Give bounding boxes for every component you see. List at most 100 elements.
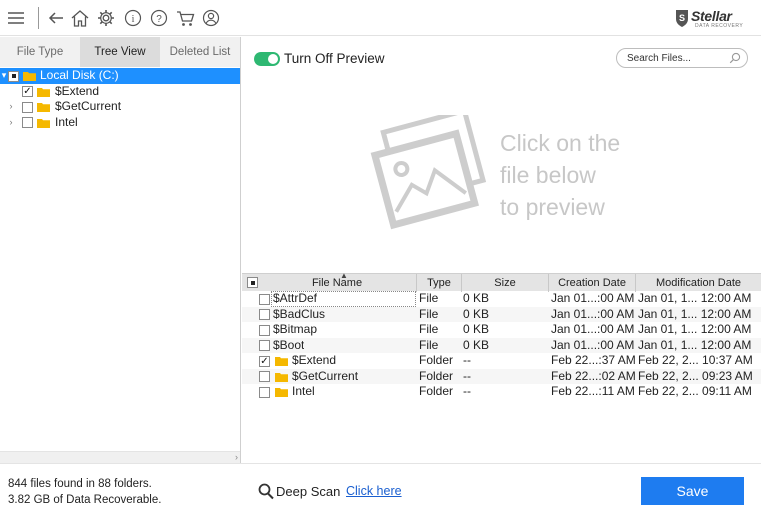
cell-modified: Feb 22, 2... 09:23 AM — [638, 368, 753, 383]
cell-size: -- — [463, 368, 471, 383]
cart-icon[interactable] — [175, 8, 195, 28]
home-icon[interactable] — [70, 8, 90, 28]
column-header-file-name[interactable]: ▲ File Name — [258, 271, 417, 292]
menu-icon[interactable] — [6, 8, 26, 28]
table-header: ▲ File Name Type Size Creation Date Modi… — [242, 271, 761, 292]
chevron-right-icon[interactable]: › — [6, 115, 16, 131]
table-row[interactable]: $AttrDef File 0 KB Jan 01...:00 AM Jan 0… — [242, 291, 761, 307]
folder-icon — [23, 72, 36, 81]
row-checkbox[interactable]: ✓ — [259, 355, 270, 367]
preview-line: Click on the — [500, 130, 621, 156]
tree-item-extend[interactable]: ✓ $Extend — [0, 84, 240, 100]
column-header-creation-date[interactable]: Creation Date — [549, 274, 636, 292]
deep-scan-label: Deep Scan — [276, 484, 341, 499]
cell-size: -- — [463, 384, 471, 398]
cell-modified: Jan 01, 1... 12:00 AM — [638, 322, 752, 336]
cell-size: -- — [463, 353, 471, 367]
column-header-type[interactable]: Type — [417, 274, 462, 292]
tree-horizontal-scrollbar[interactable]: › — [0, 451, 240, 463]
user-icon[interactable] — [201, 8, 221, 28]
svg-text:S: S — [679, 13, 685, 23]
tab-tree-view[interactable]: Tree View — [80, 37, 160, 67]
table-row[interactable]: Intel Folder -- Feb 22...:11 AM Feb 22, … — [242, 384, 761, 400]
folder-icon — [275, 388, 288, 397]
cell-name: $AttrDef — [273, 291, 318, 305]
select-all-checkbox[interactable] — [247, 277, 258, 288]
deep-scan-link[interactable]: Click here — [346, 484, 402, 498]
cell-type: File — [419, 306, 439, 321]
cell-created: Jan 01...:00 AM — [551, 291, 635, 305]
logo-shield-icon: S — [676, 10, 688, 27]
cell-name: $Boot — [273, 337, 305, 352]
cell-name: $GetCurrent — [292, 368, 359, 383]
tree-checkbox[interactable] — [22, 101, 33, 113]
preview-line: file below — [500, 162, 596, 188]
table-row[interactable]: $GetCurrent Folder -- Feb 22...:02 AM Fe… — [242, 368, 761, 384]
logo-text: Stellar — [691, 8, 732, 24]
table-row[interactable]: $Boot File 0 KB Jan 01...:00 AM Jan 01, … — [242, 337, 761, 353]
cell-modified: Feb 22, 2... 10:37 AM — [638, 353, 753, 367]
toolbar: i ? S Stellar DATA RECOVERY — [0, 0, 761, 36]
cell-name: $BadClus — [273, 306, 326, 321]
tree-item-intel[interactable]: › Intel — [0, 115, 240, 131]
info-icon[interactable]: i — [123, 8, 143, 28]
tree-checkbox[interactable]: ✓ — [22, 86, 33, 97]
row-checkbox[interactable] — [259, 324, 270, 336]
cell-modified: Jan 01, 1... 12:00 AM — [638, 306, 752, 321]
preview-toggle[interactable] — [254, 52, 280, 66]
cell-created: Jan 01...:00 AM — [551, 337, 635, 352]
tree-item-local-disk[interactable]: ▾ Local Disk (C:) — [0, 68, 240, 84]
cell-modified: Jan 01, 1... 12:00 AM — [638, 337, 752, 352]
tree-item-getcurrent[interactable]: › $GetCurrent — [0, 99, 240, 115]
search-box[interactable] — [616, 48, 748, 68]
table-row[interactable]: $Bitmap File 0 KB Jan 01...:00 AM Jan 01… — [242, 322, 761, 338]
row-checkbox[interactable] — [259, 309, 270, 320]
footer: 844 files found in 88 folders. 3.82 GB o… — [0, 463, 761, 516]
row-checkbox[interactable] — [259, 386, 270, 398]
tree-checkbox[interactable] — [8, 70, 19, 82]
save-button[interactable]: Save — [641, 477, 744, 505]
table-row[interactable]: $BadClus File 0 KB Jan 01...:00 AM Jan 0… — [242, 306, 761, 322]
tree-item-label: Local Disk (C:) — [40, 68, 119, 82]
table-row[interactable]: ✓ $Extend Folder -- Feb 22...:37 AM Feb … — [242, 353, 761, 369]
cell-size: 0 KB — [463, 306, 490, 321]
cell-size: 0 KB — [463, 337, 490, 352]
tab-deleted-list[interactable]: Deleted List — [160, 37, 240, 67]
search-icon[interactable] — [729, 52, 741, 64]
cell-created: Feb 22...:37 AM — [551, 353, 636, 367]
help-icon[interactable]: ? — [149, 8, 169, 28]
search-input[interactable] — [627, 51, 723, 66]
table-body: $AttrDef File 0 KB Jan 01...:00 AM Jan 0… — [242, 291, 761, 400]
cell-type: Folder — [419, 353, 454, 367]
folder-icon — [275, 372, 288, 382]
chevron-right-icon[interactable]: › — [6, 99, 16, 115]
cell-type: File — [419, 322, 439, 336]
view-tabs: File Type Tree View Deleted List — [0, 37, 240, 67]
column-header-modification-date[interactable]: Modification Date — [636, 274, 761, 292]
cell-type: Folder — [419, 368, 454, 383]
gear-icon[interactable] — [96, 8, 116, 28]
cell-size: 0 KB — [463, 322, 490, 336]
cell-type: Folder — [419, 384, 454, 398]
folder-icon — [37, 103, 50, 112]
back-icon[interactable] — [46, 8, 66, 28]
column-header-size[interactable]: Size — [462, 274, 549, 292]
folder-icon — [37, 118, 50, 128]
svg-text:?: ? — [156, 14, 162, 25]
cell-modified: Feb 22, 2... 09:11 AM — [638, 384, 752, 398]
files-found-text: 844 files found in 88 folders. — [8, 478, 152, 490]
tab-file-type[interactable]: File Type — [0, 37, 80, 67]
folder-icon — [275, 357, 288, 366]
cell-created: Feb 22...:11 AM — [551, 384, 635, 398]
row-checkbox[interactable] — [259, 371, 270, 382]
search-icon — [258, 483, 274, 500]
row-checkbox[interactable] — [259, 293, 270, 305]
image-placeholder-icon — [370, 115, 487, 230]
cell-modified: Jan 01, 1... 12:00 AM — [638, 291, 752, 305]
scroll-right-icon[interactable]: › — [235, 452, 238, 463]
row-checkbox[interactable] — [259, 340, 270, 351]
cell-created: Jan 01...:00 AM — [551, 306, 635, 321]
sort-up-icon: ▲ — [340, 271, 348, 280]
toolbar-separator — [38, 7, 39, 29]
tree-checkbox[interactable] — [22, 117, 33, 128]
